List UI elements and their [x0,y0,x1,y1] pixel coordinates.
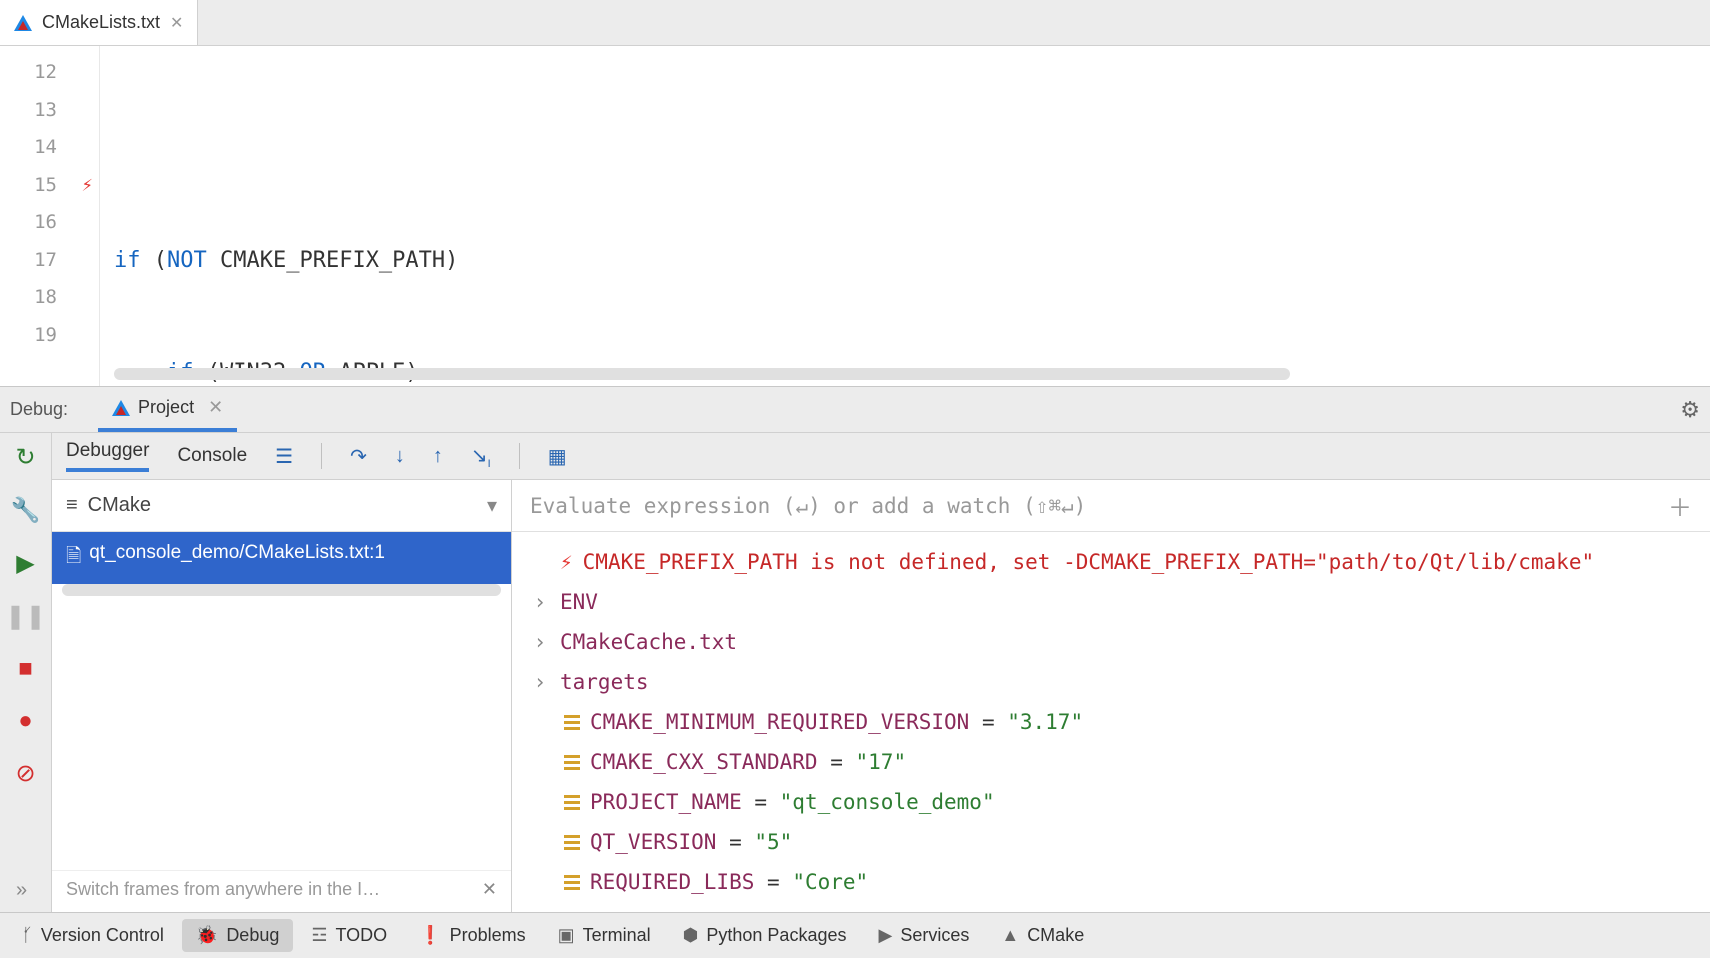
frame-row[interactable]: 🗎 qt_console_demo/CMakeLists.txt:1 [52,532,511,584]
line-number: 13 [0,92,99,130]
variable-icon [564,795,580,810]
packages-icon: ⬢ [683,925,699,946]
close-icon[interactable]: ✕ [482,879,497,900]
tab-console[interactable]: Console [177,445,247,467]
debug-body: ↻ 🔧 ▶ ❚❚ ■ ● ⊘ » Debugger Console ☰ ↷ ↓ … [0,432,1710,912]
tool-debug[interactable]: 🐞 Debug [182,919,293,952]
debug-split: ≡ CMake ▾ 🗎 qt_console_demo/CMakeLists.t… [52,480,1710,912]
line-number: 12 [0,54,99,92]
todo-icon: ☲ [311,925,327,946]
editor-tabs: CMakeLists.txt ✕ [0,0,1710,46]
variable-icon [564,875,580,890]
variable-row[interactable]: CMAKE_MINIMUM_REQUIRED_VERSION = "3.17" [530,702,1692,742]
tree-node[interactable]: › ENV [530,582,1692,622]
tab-filename: CMakeLists.txt [42,12,160,33]
file-tab[interactable]: CMakeLists.txt ✕ [0,0,198,45]
cmake-icon [14,15,32,31]
variable-icon [564,715,580,730]
variable-row[interactable]: QT_VERSION = "5" [530,822,1692,862]
code-area[interactable]: if (NOT CMAKE_PREFIX_PATH) if (WIN32 OR … [100,46,1710,386]
watches-panel: Evaluate expression (↵) or add a watch (… [512,480,1710,912]
frame-label: qt_console_demo/CMakeLists.txt:1 [89,542,385,574]
chevron-right-icon: › [530,662,550,702]
resume-icon[interactable]: ▶ [16,549,34,578]
tab-close-icon[interactable]: ✕ [170,13,183,33]
run-to-cursor-icon[interactable]: ↘I [471,443,491,470]
gear-icon[interactable]: ⚙ [1680,397,1700,423]
stack-icon: 🗎 [66,542,81,574]
debug-session-name: Project [138,397,194,418]
line-number: 17 [0,242,99,280]
line-number: 15⚡ [0,167,99,205]
frames-panel: ≡ CMake ▾ 🗎 qt_console_demo/CMakeLists.t… [52,480,512,912]
tool-todo[interactable]: ☲ TODO [297,919,401,952]
bottom-toolbar: ᚶ Version Control 🐞 Debug ☲ TODO ❗ Probl… [0,912,1710,958]
line-number: 16 [0,204,99,242]
gutter: 12 13 14 15⚡ 16 17 18 19 [0,46,100,386]
debug-panel-header: Debug: Project ✕ ⚙ [0,386,1710,432]
variable-row[interactable]: PROJECT_NAME = "qt_console_demo" [530,782,1692,822]
bolt-icon: ⚡ [82,167,93,205]
evaluate-icon[interactable]: ▦ [548,444,567,469]
rerun-icon[interactable]: ↻ [15,443,35,472]
tool-python-packages[interactable]: ⬢ Python Packages [669,919,861,952]
step-into-icon[interactable]: ↓ [395,445,405,468]
bug-icon: 🐞 [196,925,218,946]
cmake-icon [112,400,130,416]
mute-breakpoints-icon[interactable]: ⊘ [15,759,35,788]
debug-label: Debug: [10,399,68,420]
threads-icon[interactable]: ☰ [275,444,293,469]
error-text: CMAKE_PREFIX_PATH is not defined, set -D… [583,542,1594,582]
cmake-tri-icon: ▲ [1001,925,1019,946]
evaluate-placeholder: Evaluate expression (↵) or add a watch (… [530,494,1086,518]
chevron-down-icon: ▾ [487,493,497,518]
frames-scrollbar[interactable] [62,584,501,596]
tool-terminal[interactable]: ▣ Terminal [544,919,665,952]
tree-node[interactable]: › targets [530,662,1692,702]
error-row: ⚡ CMAKE_PREFIX_PATH is not defined, set … [530,542,1692,582]
tool-problems[interactable]: ❗ Problems [405,919,539,952]
close-icon[interactable]: ✕ [208,397,223,418]
terminal-icon: ▣ [558,925,575,946]
editor-scrollbar[interactable] [114,368,1290,380]
bolt-icon: ⚡ [560,542,573,582]
line-number: 18 [0,279,99,317]
play-icon: ▶ [878,925,892,946]
variable-icon [564,835,580,850]
debug-session-tab[interactable]: Project ✕ [98,387,237,432]
frames-selector[interactable]: ≡ CMake ▾ [52,480,511,532]
tab-debugger[interactable]: Debugger [66,440,149,472]
stop-icon[interactable]: ■ [18,655,33,683]
warning-icon: ❗ [419,925,441,946]
line-number: 14 [0,129,99,167]
pause-icon[interactable]: ❚❚ [5,602,45,631]
wrench-icon[interactable]: 🔧 [11,496,41,525]
chevron-right-icon: › [530,582,550,622]
list-icon: ≡ [66,494,78,517]
frames-hint: Switch frames from anywhere in the I… ✕ [52,870,511,912]
step-out-icon[interactable]: ↑ [433,445,443,468]
debug-side-toolbar: ↻ 🔧 ▶ ❚❚ ■ ● ⊘ » [0,433,52,912]
watch-tree[interactable]: ⚡ CMAKE_PREFIX_PATH is not defined, set … [512,532,1710,912]
tree-node[interactable]: › CMakeCache.txt [530,622,1692,662]
evaluate-input[interactable]: Evaluate expression (↵) or add a watch (… [512,480,1710,532]
more-icon[interactable]: » [16,879,27,902]
tool-services[interactable]: ▶ Services [864,919,983,952]
tool-version-control[interactable]: ᚶ Version Control [8,919,178,952]
debug-toolbar: Debugger Console ☰ ↷ ↓ ↑ ↘I ▦ [52,433,1710,480]
branch-icon: ᚶ [22,925,33,946]
breakpoints-icon[interactable]: ● [18,707,33,735]
frames-selector-label: CMake [88,494,151,517]
variable-icon [564,755,580,770]
tool-cmake[interactable]: ▲ CMake [987,919,1098,952]
variable-row[interactable]: REQUIRED_LIBS = "Core" [530,862,1692,902]
chevron-right-icon: › [530,622,550,662]
line-number: 19 [0,317,99,355]
editor[interactable]: 12 13 14 15⚡ 16 17 18 19 if (NOT CMAKE_P… [0,46,1710,386]
step-over-icon[interactable]: ↷ [350,444,367,469]
add-watch-icon[interactable]: ＋ [1668,488,1692,523]
debug-main: Debugger Console ☰ ↷ ↓ ↑ ↘I ▦ ≡ CMake ▾ … [52,433,1710,912]
variable-row[interactable]: CMAKE_CXX_STANDARD = "17" [530,742,1692,782]
